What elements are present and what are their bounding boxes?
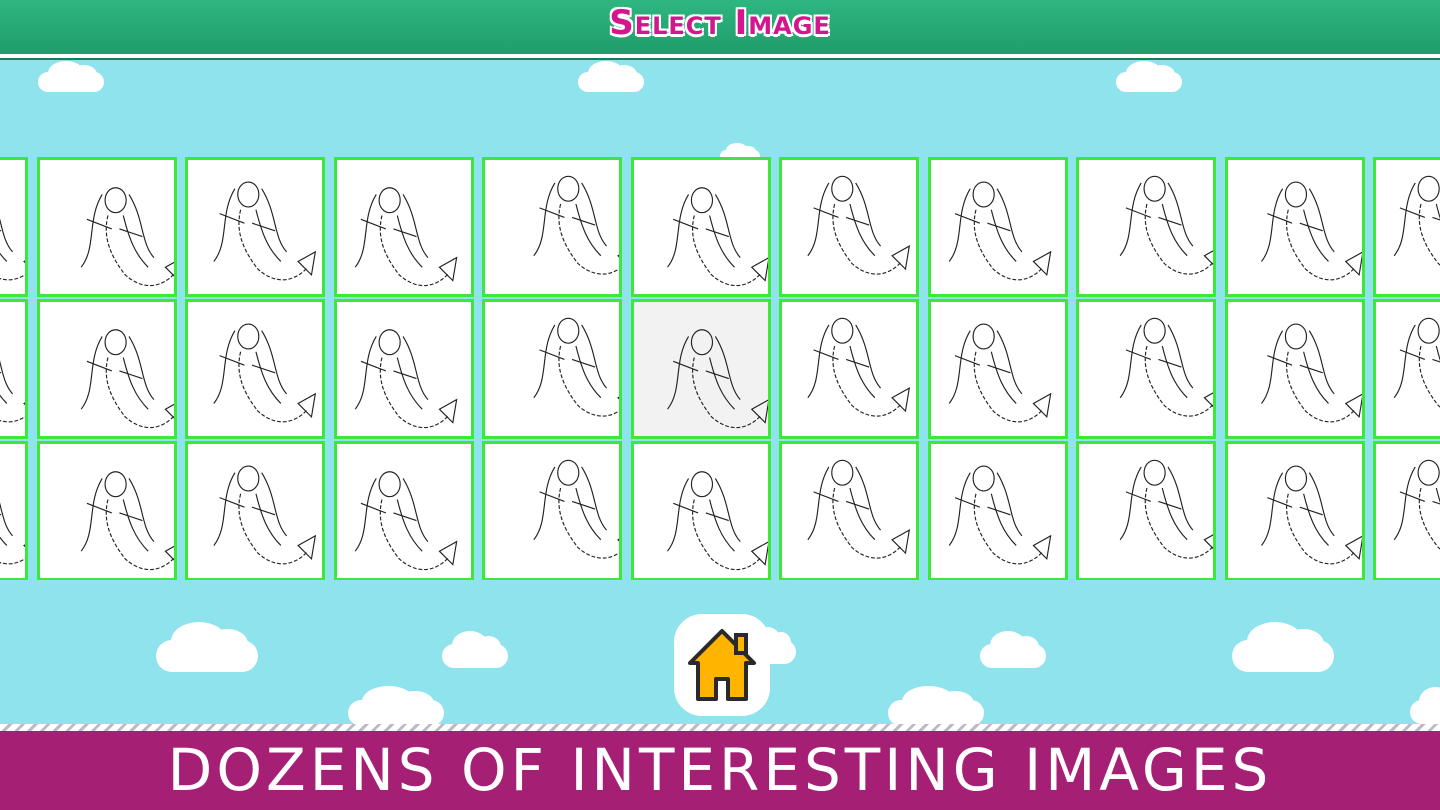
mermaid-drawing — [666, 187, 768, 286]
image-tile[interactable] — [0, 441, 28, 580]
image-tile[interactable] — [779, 299, 919, 439]
image-tile[interactable] — [0, 157, 28, 297]
mermaid-drawing — [948, 181, 1051, 281]
image-tile[interactable] — [0, 299, 28, 439]
mermaid-drawing — [1393, 317, 1440, 408]
image-tile[interactable] — [185, 299, 325, 439]
mermaid-drawing — [0, 502, 25, 565]
mermaid-drawing — [80, 329, 174, 428]
mermaid-drawing — [1260, 323, 1362, 423]
image-tile[interactable] — [779, 441, 919, 580]
cloud — [888, 685, 984, 726]
image-tile[interactable] — [1224, 441, 1365, 580]
cloud — [442, 630, 508, 668]
image-tile[interactable] — [927, 441, 1068, 580]
page-title: Select Image — [609, 3, 831, 43]
image-tile[interactable] — [185, 157, 325, 297]
image-tile[interactable] — [927, 157, 1068, 297]
mermaid-drawing — [354, 471, 457, 570]
home-button[interactable] — [674, 614, 770, 716]
banner-text: DOZENS OF INTERESTING IMAGES — [167, 736, 1273, 804]
mermaid-drawing — [533, 317, 619, 417]
mermaid-drawing — [1119, 459, 1213, 559]
cloud — [1232, 622, 1334, 672]
mermaid-drawing — [213, 323, 317, 423]
mermaid-drawing — [1260, 181, 1362, 281]
image-tile[interactable] — [779, 157, 919, 297]
mermaid-drawing — [807, 459, 911, 559]
mermaid-drawing — [354, 329, 457, 428]
mermaid-drawing — [354, 187, 457, 286]
mermaid-drawing — [948, 323, 1051, 423]
cloud — [1410, 686, 1440, 724]
image-tile[interactable] — [36, 299, 177, 439]
image-tile[interactable] — [1224, 299, 1365, 439]
image-tile[interactable] — [333, 441, 474, 580]
image-tile[interactable] — [333, 157, 474, 297]
mermaid-drawing — [213, 181, 317, 281]
mermaid-drawing — [807, 317, 911, 417]
image-tile[interactable] — [482, 299, 622, 439]
mermaid-drawing — [1260, 465, 1362, 565]
cloud — [980, 630, 1046, 668]
mermaid-drawing — [0, 218, 25, 281]
mermaid-drawing — [666, 329, 768, 428]
mermaid-drawing — [1119, 317, 1213, 417]
image-tile[interactable] — [482, 441, 622, 580]
image-tile[interactable] — [1373, 299, 1440, 439]
mermaid-drawing — [80, 471, 174, 570]
mermaid-drawing — [80, 187, 174, 286]
image-tile[interactable] — [630, 441, 771, 580]
mermaid-drawing — [533, 459, 619, 559]
cloud — [38, 61, 104, 92]
image-tile[interactable] — [482, 157, 622, 297]
mermaid-drawing — [0, 360, 25, 423]
image-tile[interactable] — [927, 299, 1068, 439]
mermaid-drawing — [213, 465, 317, 565]
image-tile[interactable] — [1076, 441, 1216, 580]
mermaid-drawing — [1119, 175, 1213, 275]
home-icon — [688, 629, 756, 701]
image-tile[interactable] — [333, 299, 474, 439]
mermaid-drawing — [807, 175, 911, 275]
image-tile[interactable] — [1076, 299, 1216, 439]
mermaid-drawing — [666, 471, 768, 570]
image-tile[interactable] — [36, 157, 177, 297]
mermaid-drawing — [948, 465, 1051, 565]
header-bar: Select Image — [0, 0, 1440, 58]
image-tile[interactable] — [185, 441, 325, 580]
mermaid-drawing — [1393, 459, 1440, 550]
image-tile[interactable] — [36, 441, 177, 580]
image-tile[interactable] — [630, 157, 771, 297]
cloud — [1116, 61, 1182, 92]
mermaid-drawing — [533, 175, 619, 275]
cloud — [348, 685, 444, 726]
mermaid-drawing — [1393, 175, 1440, 266]
image-tile[interactable] — [1373, 157, 1440, 297]
promo-banner: DOZENS OF INTERESTING IMAGES — [0, 731, 1440, 810]
image-tile[interactable] — [1076, 157, 1216, 297]
image-tile[interactable] — [630, 299, 771, 439]
image-grid — [0, 156, 1440, 580]
image-tile[interactable] — [1373, 441, 1440, 580]
cloud — [578, 61, 644, 92]
cloud — [156, 622, 258, 672]
image-tile[interactable] — [1224, 157, 1365, 297]
